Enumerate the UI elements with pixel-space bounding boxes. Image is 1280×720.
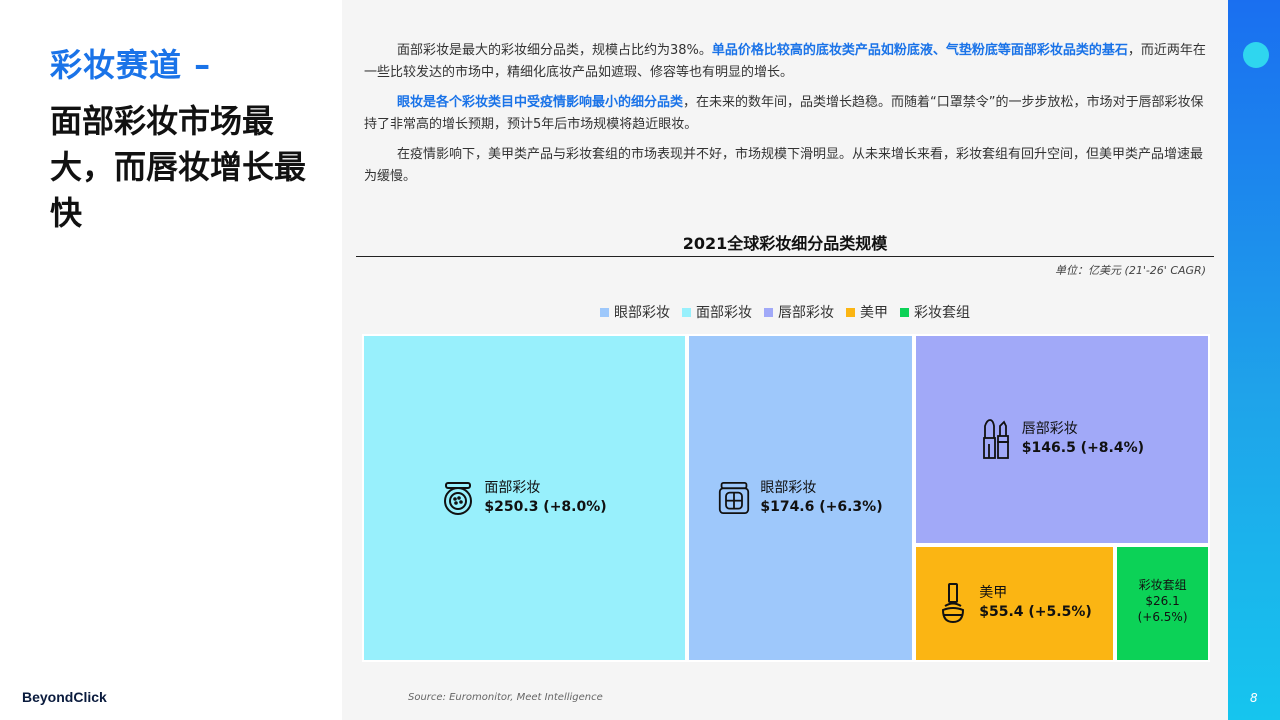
- section-kicker: 彩妆赛道 –: [50, 46, 212, 84]
- legend-item: 唇部彩妆: [764, 302, 834, 322]
- accent-dot-icon: [1243, 42, 1269, 68]
- page-number: 8: [1250, 691, 1258, 705]
- nail-polish-icon: [937, 583, 969, 624]
- highlight-text: 单品价格比较高的底妆类产品如粉底液、气垫粉底等面部彩妆品类的基石: [711, 43, 1128, 58]
- tile-label: 彩妆套组 $26.1 (+6.5%): [1117, 577, 1208, 625]
- tile-value: $26.1: [1145, 594, 1180, 609]
- legend-swatch: [846, 307, 855, 317]
- paragraph-text: 面部彩妆是最大的彩妆细分品类，规模占比约为38%。: [397, 43, 712, 58]
- tile-value: $146.5 (+8.4%): [1021, 440, 1145, 457]
- legend-label: 面部彩妆: [696, 305, 752, 321]
- treemap-chart: 面部彩妆 $250.3 (+8.0%) 眼部彩妆 $174.6 (+6.3%) 唇部彩妆…: [362, 334, 1210, 662]
- title-divider: [356, 256, 1214, 257]
- tile-name: 唇部彩妆: [1021, 421, 1078, 438]
- treemap-tile: 眼部彩妆 $174.6 (+6.3%): [687, 334, 914, 662]
- tile-value: $174.6 (+6.3%): [760, 499, 883, 515]
- treemap-tile: 唇部彩妆 $146.5 (+8.4%): [913, 334, 1210, 545]
- cushion-compact-icon: [442, 479, 474, 517]
- tile-value: (+6.5%): [1137, 610, 1188, 625]
- legend-item: 美甲: [846, 302, 888, 322]
- body-paragraph: 面部彩妆是最大的彩妆细分品类，规模占比约为38%。单品价格比较高的底妆类产品如粉…: [364, 40, 1210, 84]
- chart-title: 2021全球彩妆细分品类规模: [682, 234, 888, 253]
- legend-label: 美甲: [860, 305, 888, 321]
- tile-value: $55.4 (+5.5%): [979, 604, 1092, 621]
- body-paragraph: 在疫情影响下，美甲类产品与彩妆套组的市场表现并不好，市场规模下滑明显。从未来增长…: [364, 144, 1210, 188]
- right-accent-bar: [1228, 0, 1280, 720]
- legend-swatch: [900, 307, 909, 317]
- left-panel: 彩妆赛道 – 面部彩妆市场最大，而唇妆增长最快 BeyondClick: [0, 0, 342, 720]
- unit-note: 单位：亿美元 (21'-26' CAGR): [1055, 264, 1206, 277]
- legend-label: 彩妆套组: [914, 305, 970, 321]
- legend-item: 彩妆套组: [900, 302, 970, 322]
- treemap-tile: 面部彩妆 $250.3 (+8.0%): [362, 334, 688, 662]
- tile-name: 美甲: [979, 585, 1008, 602]
- highlight-text: 眼妆是各个彩妆类目中受疫情影响最小的细分品类: [397, 95, 684, 110]
- legend-item: 面部彩妆: [682, 302, 752, 322]
- legend-item: 眼部彩妆: [600, 302, 670, 322]
- tile-name: 眼部彩妆: [760, 480, 817, 496]
- body-text: 面部彩妆是最大的彩妆细分品类，规模占比约为38%。单品价格比较高的底妆类产品如粉…: [364, 40, 1210, 196]
- legend-label: 眼部彩妆: [614, 305, 670, 321]
- main-panel: 面部彩妆是最大的彩妆细分品类，规模占比约为38%。单品价格比较高的底妆类产品如粉…: [342, 0, 1228, 720]
- source-note: Source: Euromonitor, Meet Intelligence: [408, 692, 603, 703]
- body-paragraph: 眼妆是各个彩妆类目中受疫情影响最小的细分品类，在未来的数年间，品类增长趋稳。而随…: [364, 92, 1210, 136]
- lipstick-icon: [980, 419, 1012, 460]
- page-headline: 面部彩妆市场最大，而唇妆增长最快: [50, 102, 307, 232]
- legend-swatch: [764, 307, 773, 317]
- legend-swatch: [682, 307, 691, 317]
- tile-label: 眼部彩妆 $174.6 (+6.3%): [689, 479, 912, 517]
- legend-swatch: [600, 307, 609, 317]
- tile-value: $250.3 (+8.0%): [484, 499, 607, 515]
- tile-label: 唇部彩妆 $146.5 (+8.4%): [916, 419, 1208, 460]
- brand-logo: BeyondClick: [22, 689, 107, 705]
- treemap-tile: 美甲 $55.4 (+5.5%): [913, 544, 1116, 662]
- eyeshadow-palette-icon: [718, 479, 750, 517]
- tile-name: 彩妆套组: [1138, 578, 1187, 593]
- paragraph-text: 在疫情影响下，美甲类产品与彩妆套组的市场表现并不好，市场规模下滑明显。从未来增长…: [364, 147, 1204, 184]
- treemap-tile: 彩妆套组 $26.1 (+6.5%): [1115, 544, 1210, 662]
- tile-name: 面部彩妆: [484, 480, 541, 496]
- chart-legend: 眼部彩妆 面部彩妆 唇部彩妆 美甲 彩妆套组: [356, 302, 1214, 322]
- tile-label: 面部彩妆 $250.3 (+8.0%): [364, 479, 685, 517]
- tile-label: 美甲 $55.4 (+5.5%): [916, 583, 1113, 624]
- legend-label: 唇部彩妆: [778, 305, 834, 321]
